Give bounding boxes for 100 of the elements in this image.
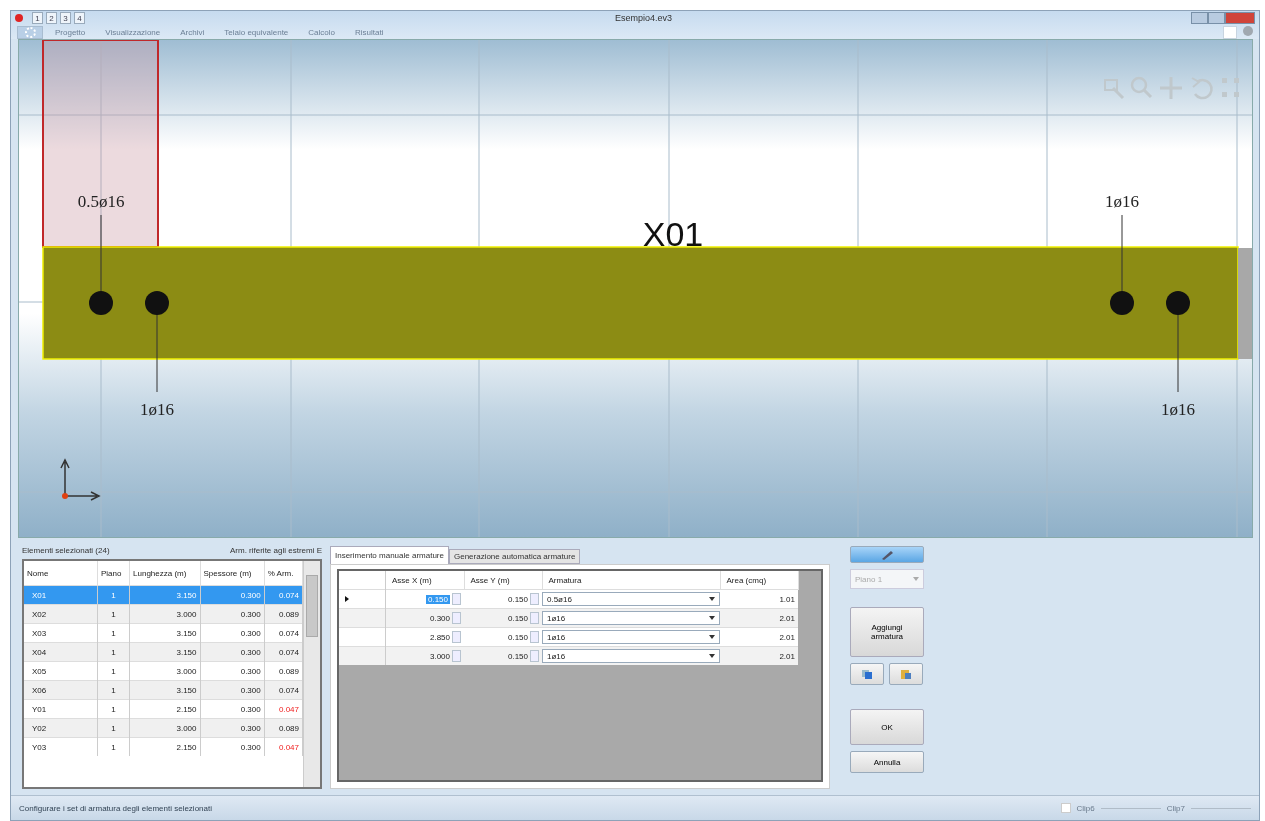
application-menu-button[interactable] (17, 25, 43, 39)
table-row[interactable]: Y02 1 3.000 0.300 0.089 (24, 718, 303, 738)
collapse-ribbon-icon[interactable] (1223, 25, 1237, 39)
table-cell: 0.047 (278, 704, 299, 714)
column-header[interactable]: Nome (24, 561, 98, 586)
window-title: Esempio4.ev3 (615, 13, 674, 23)
checkbox[interactable] (1060, 803, 1071, 813)
table-cell: 2.01 (779, 632, 795, 642)
table-row[interactable]: X06 1 3.150 0.300 0.074 (24, 680, 303, 700)
zoom-window-icon[interactable] (1104, 79, 1125, 100)
scrollbar[interactable] (303, 561, 320, 787)
column-header[interactable]: Asse Y (m) (464, 571, 542, 590)
zoom-icon[interactable] (1130, 76, 1153, 99)
spinner-icon[interactable] (452, 650, 461, 662)
ok-button[interactable]: OK (850, 709, 924, 745)
clip-label: Clip6 (1076, 803, 1095, 813)
column-header[interactable]: Asse X (m) (385, 571, 464, 590)
spinner-icon[interactable] (530, 631, 539, 643)
rebar-dropdown[interactable]: 0.5ø16 (542, 592, 720, 606)
dropdown-arrow-icon (709, 597, 715, 601)
table-cell: 0.074 (278, 647, 299, 657)
rebar-dot (145, 291, 169, 315)
ribbon-tab[interactable]: Calcolo (300, 27, 343, 37)
gear-icon (24, 26, 36, 38)
table-cell: 0.047 (278, 742, 299, 752)
rebar-label: 1ø16 (140, 400, 174, 419)
table-cell: X01 (32, 590, 47, 600)
tab[interactable]: Inserimento manuale armature (330, 546, 449, 564)
rebar-dropdown[interactable]: 1ø16 (542, 630, 720, 644)
spinner-icon[interactable] (452, 631, 461, 643)
paste-button[interactable] (889, 663, 923, 685)
ribbon-tab[interactable]: Telaio equivalente (216, 27, 297, 37)
quick-access-button[interactable]: 3 (60, 12, 71, 24)
rotate-icon[interactable] (1191, 77, 1213, 100)
clip-label: Clip7 (1166, 803, 1185, 813)
dropdown-arrow-icon (709, 635, 715, 639)
spinner-icon[interactable] (452, 593, 461, 605)
pan-icon[interactable] (1158, 75, 1184, 101)
add-rebar-button[interactable]: Aggiungi armatura (850, 607, 924, 657)
fit-view-icon[interactable] (1222, 78, 1239, 97)
dropdown-arrow-icon (709, 616, 715, 620)
spinner-icon[interactable] (530, 593, 539, 605)
table-cell: 0.074 (278, 685, 299, 695)
table-cell: 0.074 (278, 590, 299, 600)
table-cell: X03 (32, 628, 47, 638)
rebar-dropdown[interactable]: 1ø16 (542, 611, 720, 625)
table-row[interactable]: Y03 1 2.150 0.300 0.047 (24, 737, 303, 756)
table-cell: 2.01 (779, 613, 795, 623)
minimize-button[interactable] (1191, 12, 1208, 24)
table-cell: 3.150 (176, 647, 197, 657)
column-header[interactable]: Armatura (542, 571, 720, 590)
column-header[interactable]: Lunghezza (m) (129, 561, 200, 586)
panel-title: Elementi selezionati (24) (22, 546, 110, 555)
table-cell: 0.300 (240, 685, 261, 695)
column-header[interactable]: % Arm. (264, 561, 303, 586)
table-cell: X02 (32, 609, 47, 619)
column-header[interactable]: Piano (97, 561, 130, 586)
table-cell: 3.150 (176, 590, 197, 600)
table-cell: 0.074 (278, 628, 299, 638)
quick-access-button[interactable]: 4 (74, 12, 85, 24)
table-row[interactable]: X02 1 3.000 0.300 0.089 (24, 604, 303, 624)
table-row[interactable]: X04 1 3.150 0.300 0.074 (24, 642, 303, 662)
table-cell: 0.089 (278, 609, 299, 619)
table-cell: 1 (111, 609, 116, 619)
copy-button[interactable] (850, 663, 884, 685)
table-cell: 0.300 (240, 609, 261, 619)
rebar-label: 1ø16 (1105, 192, 1139, 211)
ribbon-tab[interactable]: Risultati (347, 27, 392, 37)
column-header[interactable]: Spessore (m) (200, 561, 265, 586)
quick-access-button[interactable]: 2 (46, 12, 57, 24)
spinner-icon[interactable] (530, 612, 539, 624)
table-cell: 2.150 (176, 704, 197, 714)
table-cell: 0.300 (240, 723, 261, 733)
rebar-dot (1110, 291, 1134, 315)
table-cell: 0.300 (240, 647, 261, 657)
table-cell: 2.150 (176, 742, 197, 752)
table-cell: X05 (32, 666, 47, 676)
table-cell: 0.089 (278, 723, 299, 733)
status-message: Configurare i set di armatura degli elementi selezionati (19, 803, 212, 813)
spinner-icon[interactable] (452, 612, 461, 624)
table-cell: 0.300 (240, 666, 261, 676)
edit-button[interactable] (850, 546, 924, 563)
table-cell: 3.150 (176, 628, 197, 638)
close-button[interactable] (1225, 12, 1255, 24)
table-cell: 3.000 (176, 723, 197, 733)
rebar-dropdown[interactable]: 1ø16 (542, 649, 720, 663)
column-header[interactable]: Area (cmq) (720, 571, 798, 590)
beam-label: X01 (642, 215, 704, 253)
app-logo-icon[interactable] (15, 14, 23, 22)
table-cell: 1.01 (779, 594, 795, 604)
help-icon[interactable] (1243, 25, 1253, 36)
maximize-button[interactable] (1208, 12, 1225, 24)
ribbon-tab[interactable]: Visualizzazione (97, 27, 169, 37)
tab[interactable]: Generazione automatica armature (448, 549, 581, 564)
table-cell: 3.000 (176, 609, 197, 619)
quick-access-button[interactable]: 1 (32, 12, 43, 24)
cancel-button[interactable]: Annulla (850, 751, 924, 773)
rebar-dot (1166, 291, 1190, 315)
table-cell: 1 (111, 704, 116, 714)
spinner-icon[interactable] (530, 650, 539, 662)
